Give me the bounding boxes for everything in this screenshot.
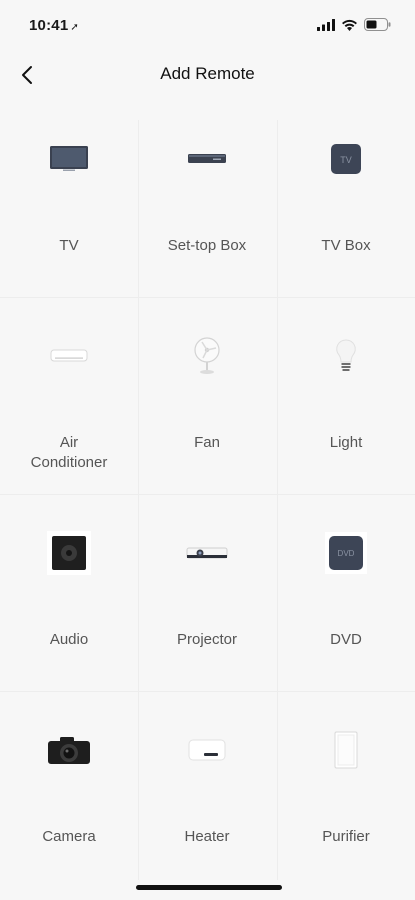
svg-text:DVD: DVD <box>338 549 355 558</box>
projector-icon <box>178 524 236 582</box>
device-label: Heater <box>184 828 230 845</box>
device-set-top-box[interactable]: Set-top Box <box>138 100 276 297</box>
dvd-icon: DVD <box>317 524 375 582</box>
svg-text:TV: TV <box>340 155 352 165</box>
device-dvd[interactable]: DVD DVD <box>277 494 415 691</box>
status-bar: 10:41 ➚ <box>0 0 415 54</box>
device-air-conditioner[interactable]: Air Conditioner <box>0 297 138 494</box>
device-label: Light <box>329 434 363 451</box>
device-label: Purifier <box>322 828 370 845</box>
device-light[interactable]: Light <box>277 297 415 494</box>
wifi-icon <box>342 19 357 31</box>
home-indicator[interactable] <box>136 885 282 890</box>
device-tv-box[interactable]: TV TV Box <box>277 100 415 297</box>
speaker-icon <box>40 524 98 582</box>
purifier-icon <box>317 721 375 779</box>
camera-icon <box>40 721 98 779</box>
device-purifier[interactable]: Purifier <box>277 691 415 888</box>
device-heater[interactable]: Heater <box>138 691 276 888</box>
status-time: 10:41 ➚ <box>29 17 79 34</box>
device-fan[interactable]: Fan <box>138 297 276 494</box>
device-label: Camera <box>42 828 96 845</box>
device-label: Set-top Box <box>167 237 247 254</box>
device-label: Projector <box>176 631 238 648</box>
air-conditioner-icon <box>40 327 98 385</box>
device-tv[interactable]: TV <box>0 100 138 297</box>
light-bulb-icon <box>317 327 375 385</box>
navigation-bar: Add Remote <box>0 54 415 96</box>
fan-icon <box>178 327 236 385</box>
battery-icon <box>364 18 391 31</box>
location-arrow-icon: ➚ <box>70 22 79 33</box>
cellular-signal-icon <box>317 18 335 31</box>
device-camera[interactable]: Camera <box>0 691 138 888</box>
device-audio[interactable]: Audio <box>0 494 138 691</box>
heater-icon <box>178 721 236 779</box>
tv-box-icon: TV <box>317 130 375 188</box>
tv-icon <box>40 130 98 188</box>
device-label: Air Conditioner <box>30 434 108 471</box>
status-icons <box>317 18 391 31</box>
page-title: Add Remote <box>160 64 255 83</box>
device-label: Audio <box>49 631 89 648</box>
set-top-box-icon <box>178 130 236 188</box>
device-label: Fan <box>194 434 220 451</box>
device-projector[interactable]: Projector <box>138 494 276 691</box>
time-text: 10:41 <box>29 17 69 34</box>
device-label: TV <box>59 237 79 254</box>
device-label: DVD <box>330 631 362 648</box>
device-label: TV Box <box>321 237 371 254</box>
